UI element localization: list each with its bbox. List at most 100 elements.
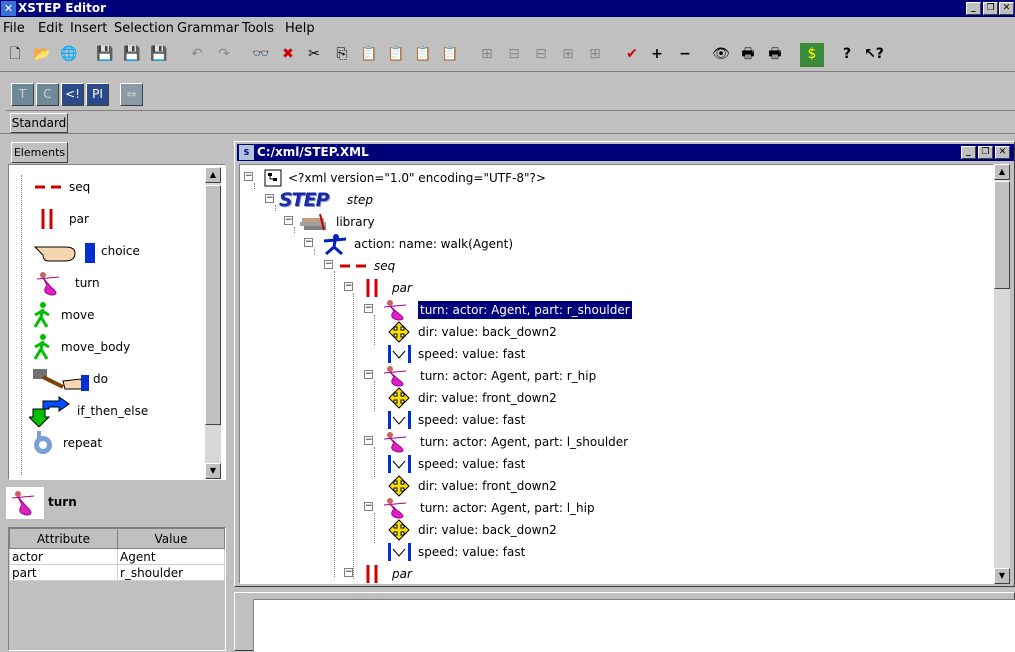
close-button[interactable]: ✕ [999,2,1014,15]
undo-icon[interactable]: ↶ [185,43,209,67]
redo-icon[interactable]: ↷ [212,43,236,67]
menu-help[interactable]: Help [285,18,315,39]
scroll-up-arrow[interactable]: ▲ [994,164,1010,180]
tree-node-label: step [347,193,373,207]
cut-icon[interactable]: ✂ [302,43,326,67]
collapse-toggle[interactable]: − [265,194,274,203]
tree-left-icon[interactable]: ⊟ [502,43,526,67]
delete-icon[interactable]: ✖ [276,43,300,67]
scroll-thumb[interactable] [205,185,221,425]
save-as-icon[interactable]: 💾 [120,43,144,67]
scroll-thumb[interactable] [994,181,1010,289]
collapse-toggle[interactable]: − [364,502,373,511]
tree-right-icon[interactable]: ⊟ [529,43,553,67]
scroll-down-arrow[interactable]: ▼ [205,463,221,479]
tree-down-icon[interactable]: ⊞ [583,43,607,67]
element-split-icon[interactable]: ⇔ [120,83,143,106]
money-icon[interactable]: $ [800,43,824,67]
parallel-bars-icon [358,563,382,583]
check-icon[interactable]: ✔ [620,43,644,67]
element-label: if_then_else [77,404,149,418]
direction-arrows-icon [384,387,414,409]
attribute-name[interactable]: actor [9,548,118,565]
step-logo-icon: STEP [279,189,330,211]
column-header-attribute[interactable]: Attribute [9,528,118,549]
hand-loop-icon [29,429,61,457]
document-window: S C:/xml/STEP.XML _ ❐ ✕ − <?xml version=… [234,141,1015,587]
dancer-icon [380,431,416,453]
menu-edit[interactable]: Edit [38,18,63,39]
context-help-icon[interactable]: ↖? [862,43,886,67]
direction-arrows-icon [384,321,414,343]
main-toolbar: 🗋 📂 🌐 💾 💾 💾 ↶ ↷ 👓 ✖ ✂ ⎘ 📋 📋 📋 📋 ⊞ ⊟ ⊟ ⊞ … [0,40,1015,72]
restore-button[interactable]: ❐ [983,2,998,15]
new-file-icon[interactable]: 🗋 [3,43,27,67]
tree-expand-icon[interactable]: ⊞ [475,43,499,67]
collapse-toggle[interactable]: − [284,216,293,225]
glasses-icon[interactable]: 👓 [249,43,273,67]
menu-tools[interactable]: Tools [242,18,274,39]
print-setup-icon[interactable]: 🖶 [763,43,787,67]
collapse-toggle[interactable]: − [364,370,373,379]
eye-icon[interactable]: 👁 [709,43,733,67]
save-all-icon[interactable]: 💾 [147,43,171,67]
direction-arrows-icon [384,519,414,541]
collapse-toggle[interactable]: − [364,304,373,313]
help-icon[interactable]: ? [835,43,859,67]
dashes-icon [338,255,368,277]
paste-into-icon[interactable]: 📋 [384,43,408,67]
menu-file[interactable]: File [3,18,25,39]
menu-insert[interactable]: Insert [70,18,107,39]
tree-node-label: speed: value: fast [418,457,526,471]
tree-node-label: dir: value: front_down2 [418,391,557,405]
element-comment-icon[interactable]: C [36,83,59,106]
paste-before-icon[interactable]: 📋 [411,43,435,67]
collapse-toggle[interactable]: − [244,172,253,181]
tree-node-label: <?xml version="1.0" encoding="UTF-8"?> [288,171,546,185]
doc-restore-button[interactable]: ❐ [978,146,993,159]
minimize-button[interactable]: _ [966,2,981,15]
doc-minimize-button[interactable]: _ [961,146,976,159]
copy-icon[interactable]: ⎘ [330,43,354,67]
element-cdata-icon[interactable]: <! [61,83,84,106]
doc-close-button[interactable]: ✕ [995,146,1010,159]
tree-node-label: library [336,215,375,229]
tab-standard[interactable]: Standard [10,113,68,133]
tree-node-label: turn: actor: Agent, part: l_shoulder [420,435,629,449]
tree-node-label: action: name: walk(Agent) [354,237,514,251]
scroll-up-arrow[interactable]: ▲ [205,167,221,183]
paste-icon[interactable]: 📋 [357,43,381,67]
attribute-value[interactable]: Agent [117,548,225,565]
attribute-value[interactable]: r_shoulder [117,564,225,581]
save-icon[interactable]: 💾 [93,43,117,67]
collapse-toggle[interactable]: − [324,260,333,269]
collapse-toggle[interactable]: − [344,282,353,291]
table-row[interactable]: part r_shoulder [9,564,225,581]
scroll-down-arrow[interactable]: ▼ [994,568,1010,584]
print-icon[interactable]: 🖶 [736,43,760,67]
menu-selection[interactable]: Selection [114,18,174,39]
web-globe-icon[interactable]: 🌐 [57,43,81,67]
table-row[interactable]: actor Agent [9,548,225,565]
message-area[interactable] [253,599,1015,652]
element-pi-icon[interactable]: PI [86,83,109,106]
attribute-name[interactable]: part [9,564,118,581]
collapse-toggle[interactable]: − [344,568,353,577]
tree-up-icon[interactable]: ⊞ [556,43,580,67]
menu-grammar[interactable]: Grammar [177,18,239,39]
divider [0,133,1015,134]
element-label: do [93,372,108,386]
paste-after-icon[interactable]: 📋 [438,43,462,67]
collapse-toggle[interactable]: − [304,238,313,247]
tree-scrollbar[interactable]: ▲ ▼ [994,164,1010,584]
plus-icon[interactable]: + [645,43,669,67]
column-header-value[interactable]: Value [117,528,225,549]
tab-elements[interactable]: Elements [11,142,68,163]
minus-icon[interactable]: − [673,43,697,67]
parallel-bars-icon [29,205,63,233]
elements-scrollbar[interactable]: ▲ ▼ [205,167,221,479]
element-text-icon[interactable]: T [11,83,34,106]
collapse-toggle[interactable]: − [364,436,373,445]
open-folder-icon[interactable]: 📂 [30,43,54,67]
action-figure-icon [320,233,348,255]
